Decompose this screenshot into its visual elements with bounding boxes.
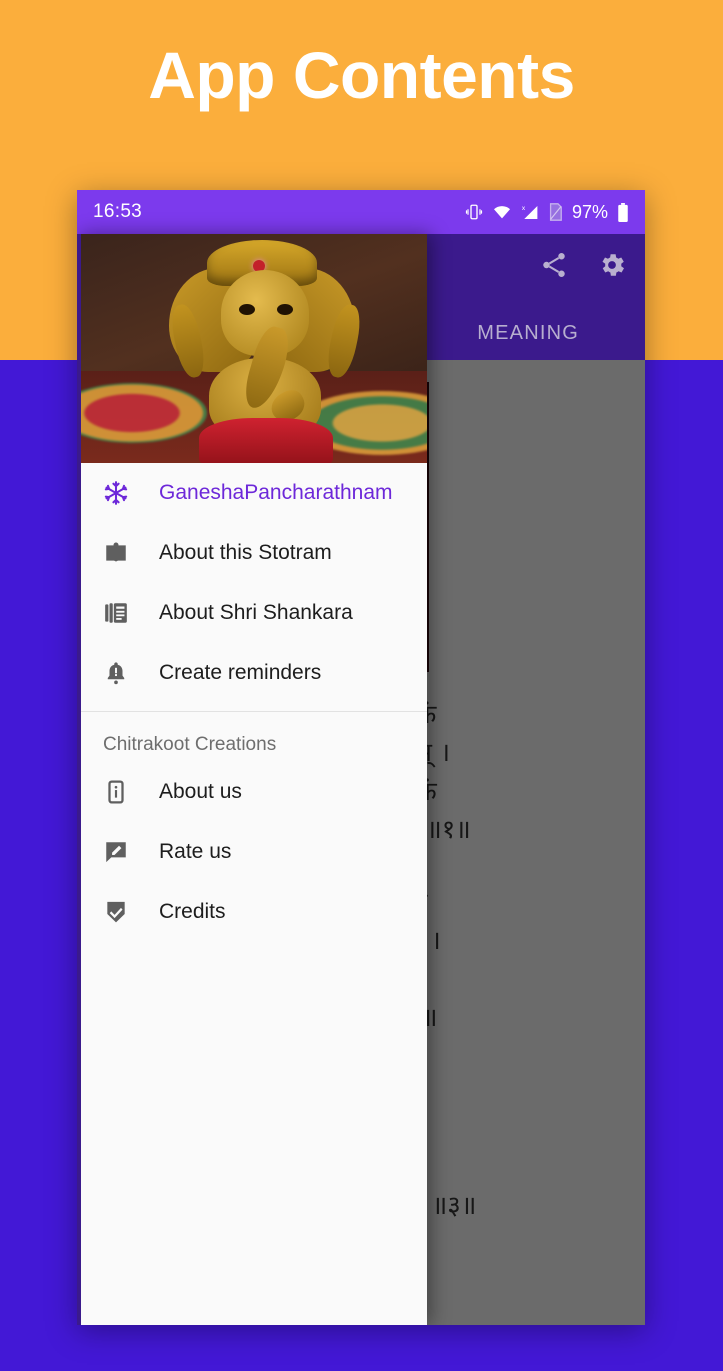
drawer-header-image	[81, 234, 427, 463]
drawer-item-label: About this Stotram	[159, 541, 332, 564]
status-bar-clock: 16:53	[93, 201, 143, 222]
drawer-item-label: GaneshaPancharathnam	[159, 481, 393, 504]
verified-shield-icon	[103, 899, 143, 925]
cellular-signal-icon: x	[522, 205, 538, 219]
drawer-item-about-shri-shankara[interactable]: About Shri Shankara	[81, 583, 427, 643]
drawer-item-credits[interactable]: Credits	[81, 882, 427, 942]
drawer-item-ganeshapancharathnam[interactable]: GaneshaPancharathnam	[81, 463, 427, 523]
drawer-item-label: Rate us	[159, 840, 232, 863]
sim-card-icon	[549, 203, 562, 221]
idol-eye-right	[277, 304, 293, 315]
drawer-item-about-us[interactable]: About us	[81, 762, 427, 822]
drawer-item-label: Create reminders	[159, 661, 322, 684]
phone-screenshot-frame: 16:53 x 97% m	[77, 190, 645, 1325]
tab-meaning[interactable]: MEANING	[477, 322, 579, 345]
battery-percent-label: 97%	[571, 201, 608, 222]
rate-review-icon	[103, 839, 143, 865]
battery-icon	[618, 202, 628, 222]
asterisk-snowflake-icon	[103, 480, 143, 506]
drawer-section-header: Chitrakoot Creations	[103, 734, 277, 755]
svg-text:x: x	[522, 205, 526, 212]
idol-eye-left	[239, 304, 255, 315]
settings-gear-icon[interactable]	[597, 250, 627, 280]
drawer-menu-list[interactable]: GaneshaPancharathnam About this Stotram	[81, 463, 427, 942]
navigation-drawer[interactable]: GaneshaPancharathnam About this Stotram	[77, 234, 427, 1325]
status-bar: 16:53 x 97%	[77, 190, 645, 234]
drawer-item-label: About Shri Shankara	[159, 601, 353, 624]
drawer-item-create-reminders[interactable]: Create reminders	[81, 643, 427, 703]
drawer-item-label: About us	[159, 780, 242, 803]
phone-info-icon	[103, 779, 143, 805]
wifi-icon	[493, 206, 510, 219]
drawer-item-about-this-stotram[interactable]: About this Stotram	[81, 523, 427, 583]
drawer-item-label: Credits	[159, 900, 226, 923]
bell-alert-icon	[103, 660, 143, 686]
status-bar-icons: x 97%	[465, 202, 629, 223]
page-title: App Contents	[148, 38, 575, 112]
share-icon[interactable]	[539, 250, 569, 280]
app-bar-actions[interactable]	[539, 250, 627, 280]
drawer-item-rate-us[interactable]: Rate us	[81, 822, 427, 882]
open-book-icon	[103, 540, 143, 566]
idol-dhoti	[199, 418, 333, 463]
vibrate-icon	[465, 204, 483, 220]
article-pages-icon	[103, 600, 143, 626]
